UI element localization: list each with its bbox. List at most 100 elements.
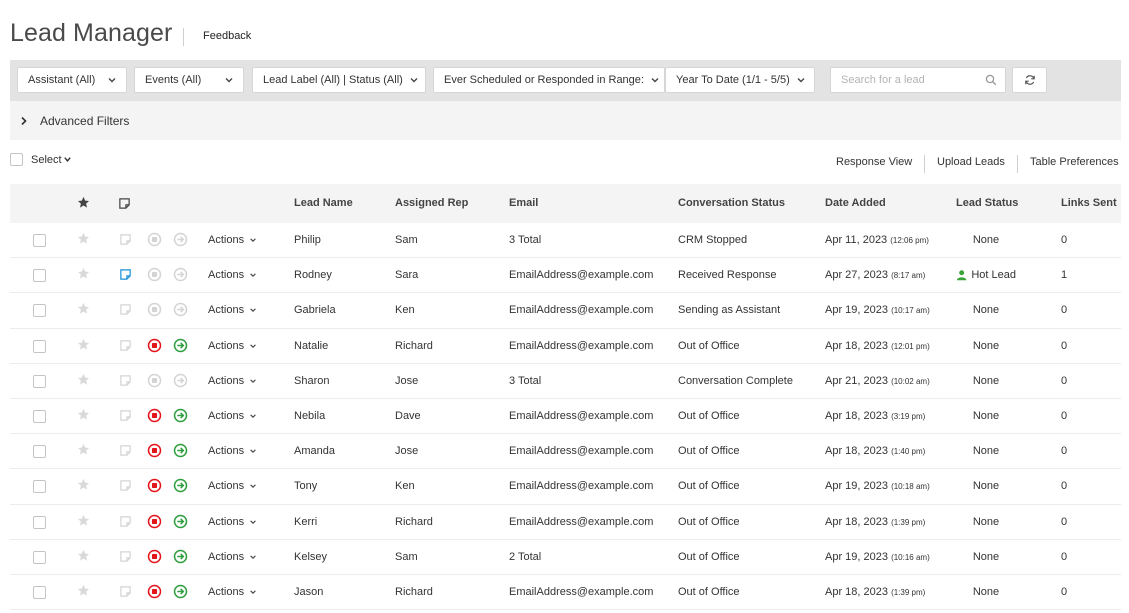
actions-dropdown[interactable]: Actions bbox=[208, 410, 258, 422]
row-checkbox[interactable] bbox=[33, 550, 46, 564]
lead-name[interactable]: Nebila bbox=[294, 410, 325, 422]
actions-dropdown[interactable]: Actions bbox=[208, 551, 258, 563]
note-icon[interactable] bbox=[119, 515, 132, 528]
star-icon[interactable] bbox=[77, 443, 90, 456]
table-row[interactable]: Actions Philip Sam 3 Total CRM Stopped Apr 11… bbox=[10, 223, 1121, 259]
row-checkbox[interactable] bbox=[33, 234, 46, 247]
column-lead-status[interactable]: Lead Status bbox=[956, 197, 1018, 209]
note-icon[interactable] bbox=[119, 444, 132, 457]
actions-dropdown[interactable]: Actions bbox=[208, 340, 258, 352]
row-checkbox[interactable] bbox=[33, 269, 46, 283]
arrow-right-circle-icon[interactable] bbox=[173, 267, 188, 282]
lead-name[interactable]: Jason bbox=[294, 586, 323, 598]
actions-dropdown[interactable]: Actions bbox=[208, 375, 258, 387]
row-checkbox[interactable] bbox=[33, 515, 46, 529]
note-icon[interactable] bbox=[119, 303, 132, 316]
arrow-right-circle-icon[interactable] bbox=[173, 338, 188, 353]
arrow-right-circle-icon[interactable] bbox=[173, 478, 188, 493]
lead-name[interactable]: Gabriela bbox=[294, 304, 336, 316]
note-icon[interactable] bbox=[119, 479, 132, 492]
events-filter-dropdown[interactable]: Events (All) bbox=[134, 67, 244, 93]
column-lead-name[interactable]: Lead Name bbox=[294, 197, 353, 209]
star-icon[interactable] bbox=[77, 478, 90, 491]
row-checkbox[interactable] bbox=[33, 585, 46, 599]
star-icon[interactable] bbox=[77, 408, 90, 421]
table-row[interactable]: Actions Kerri Richard EmailAddress@example.… bbox=[10, 505, 1121, 540]
lead-name[interactable]: Philip bbox=[294, 234, 321, 246]
star-icon[interactable] bbox=[77, 302, 90, 315]
lead-name[interactable]: Kerri bbox=[294, 516, 317, 528]
arrow-right-circle-icon[interactable] bbox=[173, 549, 188, 564]
table-row[interactable]: Actions Kelsey Sam 2 Total Out of Office Apr … bbox=[10, 540, 1121, 575]
upload-leads-link[interactable]: Upload Leads bbox=[937, 156, 1005, 168]
note-icon[interactable] bbox=[119, 339, 132, 352]
column-date-added[interactable]: Date Added bbox=[825, 197, 886, 209]
star-icon[interactable] bbox=[77, 549, 90, 562]
arrow-right-circle-icon[interactable] bbox=[173, 514, 188, 529]
table-row[interactable]: Actions Nebila Dave EmailAddress@example.co… bbox=[10, 399, 1121, 435]
lead-label-filter-dropdown[interactable]: Lead Label (All) | Status (All) bbox=[252, 67, 426, 93]
stop-icon[interactable] bbox=[147, 302, 162, 317]
star-icon[interactable] bbox=[77, 514, 90, 527]
arrow-right-circle-icon[interactable] bbox=[173, 584, 188, 599]
select-all-dropdown[interactable]: Select bbox=[10, 153, 72, 166]
note-icon[interactable] bbox=[119, 550, 132, 563]
stop-icon[interactable] bbox=[147, 478, 162, 493]
assistant-filter-dropdown[interactable]: Assistant (All) bbox=[17, 67, 127, 93]
note-icon[interactable] bbox=[119, 585, 132, 598]
search-icon[interactable] bbox=[985, 74, 997, 86]
table-row[interactable]: Actions Tony Ken EmailAddress@example.com Ou… bbox=[10, 469, 1121, 505]
column-links-sent[interactable]: Links Sent bbox=[1061, 197, 1117, 209]
actions-dropdown[interactable]: Actions bbox=[208, 304, 258, 316]
stop-icon[interactable] bbox=[147, 443, 162, 458]
arrow-right-circle-icon[interactable] bbox=[173, 443, 188, 458]
range-value-dropdown[interactable]: Year To Date (1/1 - 5/5) bbox=[665, 67, 815, 93]
star-header-icon[interactable] bbox=[77, 196, 90, 209]
arrow-right-circle-icon[interactable] bbox=[173, 232, 188, 247]
star-icon[interactable] bbox=[77, 373, 90, 386]
lead-name[interactable]: Kelsey bbox=[294, 551, 327, 563]
stop-icon[interactable] bbox=[147, 232, 162, 247]
lead-name[interactable]: Tony bbox=[294, 480, 317, 492]
row-checkbox[interactable] bbox=[33, 480, 46, 494]
table-row[interactable]: Actions Amanda Jose EmailAddress@example.co… bbox=[10, 434, 1121, 470]
stop-icon[interactable] bbox=[147, 514, 162, 529]
response-view-link[interactable]: Response View bbox=[836, 156, 912, 168]
row-checkbox[interactable] bbox=[33, 304, 46, 318]
stop-icon[interactable] bbox=[147, 267, 162, 282]
stop-icon[interactable] bbox=[147, 549, 162, 564]
actions-dropdown[interactable]: Actions bbox=[208, 234, 258, 246]
lead-name[interactable]: Sharon bbox=[294, 375, 329, 387]
note-icon[interactable] bbox=[119, 409, 132, 422]
row-checkbox[interactable] bbox=[33, 445, 46, 459]
table-row[interactable]: Actions Rodney Sara EmailAddress@example.co… bbox=[10, 258, 1121, 294]
row-checkbox[interactable] bbox=[33, 409, 46, 423]
stop-icon[interactable] bbox=[147, 373, 162, 388]
star-icon[interactable] bbox=[77, 338, 90, 351]
table-row[interactable]: Actions Sharon Jose 3 Total Conversation Com… bbox=[10, 364, 1121, 399]
column-email[interactable]: Email bbox=[509, 197, 538, 209]
table-preferences-link[interactable]: Table Preferences bbox=[1030, 156, 1119, 168]
column-assigned-rep[interactable]: Assigned Rep bbox=[395, 197, 468, 209]
actions-dropdown[interactable]: Actions bbox=[208, 269, 258, 281]
lead-name[interactable]: Natalie bbox=[294, 340, 328, 352]
note-icon[interactable] bbox=[119, 374, 132, 387]
note-icon[interactable] bbox=[119, 233, 132, 246]
actions-dropdown[interactable]: Actions bbox=[208, 586, 258, 598]
row-checkbox[interactable] bbox=[33, 374, 46, 388]
lead-name[interactable]: Amanda bbox=[294, 445, 335, 457]
star-icon[interactable] bbox=[77, 584, 90, 597]
arrow-right-circle-icon[interactable] bbox=[173, 373, 188, 388]
range-type-dropdown[interactable]: Ever Scheduled or Responded in Range: bbox=[433, 67, 665, 93]
star-icon[interactable] bbox=[77, 267, 90, 280]
stop-icon[interactable] bbox=[147, 408, 162, 423]
feedback-link[interactable]: Feedback bbox=[203, 30, 251, 42]
table-row[interactable]: Actions Jason Richard EmailAddress@example.… bbox=[10, 575, 1121, 611]
arrow-right-circle-icon[interactable] bbox=[173, 408, 188, 423]
column-conversation-status[interactable]: Conversation Status bbox=[678, 197, 785, 209]
refresh-button[interactable] bbox=[1012, 67, 1047, 93]
table-row[interactable]: Actions Natalie Richard EmailAddress@exampl… bbox=[10, 329, 1121, 364]
actions-dropdown[interactable]: Actions bbox=[208, 445, 258, 457]
stop-icon[interactable] bbox=[147, 338, 162, 353]
stop-icon[interactable] bbox=[147, 584, 162, 599]
